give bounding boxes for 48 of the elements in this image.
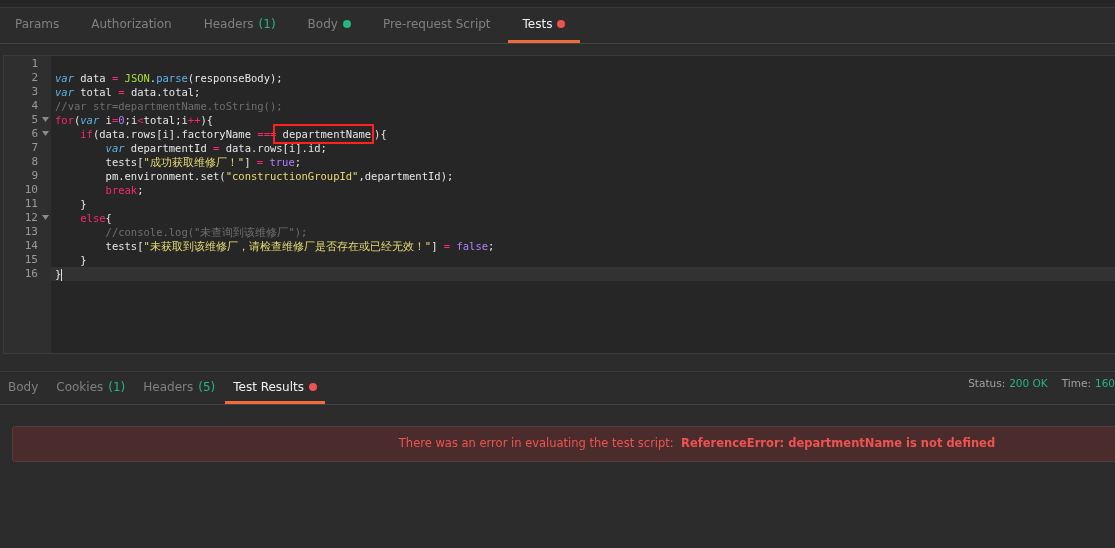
line-number: 8 — [30, 155, 39, 169]
line-number: 11 — [23, 197, 39, 211]
line-number: 5 — [4, 113, 51, 127]
line-number: 6 — [4, 127, 51, 141]
line-number: 3 — [30, 85, 39, 99]
code-line: var data = JSON.parse(responseBody); — [54, 71, 284, 85]
tab[interactable]: Headers (1) — [188, 8, 291, 43]
code-line: else{ — [79, 211, 113, 225]
code-line: var departmentId = data.rows[i].id; — [104, 141, 328, 155]
line-number: 2 — [30, 71, 39, 85]
code-line: } — [79, 253, 88, 267]
tab[interactable]: Cookies (1) — [48, 372, 134, 404]
tab[interactable]: Headers (5) — [135, 372, 224, 404]
line-number: 7 — [30, 141, 39, 155]
line-number: 4 — [30, 99, 39, 113]
tab[interactable]: Test Results — [225, 372, 325, 404]
line-number: 9 — [30, 169, 39, 183]
status-value: 200 OK — [1009, 376, 1048, 391]
tab[interactable]: Pre-request Script — [367, 8, 506, 43]
code-line: //console.log("未查询到该维修厂"); — [104, 225, 309, 239]
code-line: } — [79, 197, 88, 211]
fold-arrow-icon[interactable] — [42, 131, 49, 137]
line-number: 13 — [23, 225, 39, 239]
code-line: tests["未获取到该维修厂，请检查维修厂是否存在或已经无效！"] = false; — [104, 239, 496, 253]
fold-arrow-icon[interactable] — [42, 117, 49, 123]
tab[interactable]: Authorization — [76, 8, 187, 43]
line-number: 10 — [23, 183, 39, 197]
code-editor[interactable] — [3, 55, 1115, 354]
tab[interactable]: Body — [0, 372, 47, 404]
error-message: There was an error in evaluating the test script: ReferenceError: departmentName is not defined — [398, 435, 996, 453]
code-line: //var str=departmentName.toString(); — [54, 99, 284, 113]
code-line: break; — [104, 183, 145, 197]
code-line: pm.environment.set("constructionGroupId",departmentId); — [104, 169, 455, 183]
code-line: for(var i=0;i<total;i++){ — [54, 113, 215, 127]
line-number: 16 — [23, 267, 39, 281]
tab[interactable]: Params — [0, 8, 75, 43]
status-label: Status: — [968, 376, 1006, 391]
status-value: 160 — [1094, 376, 1115, 391]
code-line: var total = data.total; — [54, 85, 202, 99]
line-number: 14 — [23, 239, 39, 253]
line-number: 1 — [30, 57, 39, 71]
tab[interactable]: Tests — [507, 8, 581, 43]
line-number: 15 — [23, 253, 39, 267]
status-label: Time: — [1061, 376, 1091, 391]
code-line: tests["成功获取维修厂！"] = true; — [104, 155, 303, 169]
tab[interactable]: Body — [292, 8, 366, 43]
fold-arrow-icon[interactable] — [42, 215, 49, 221]
line-number: 12 — [4, 211, 51, 225]
